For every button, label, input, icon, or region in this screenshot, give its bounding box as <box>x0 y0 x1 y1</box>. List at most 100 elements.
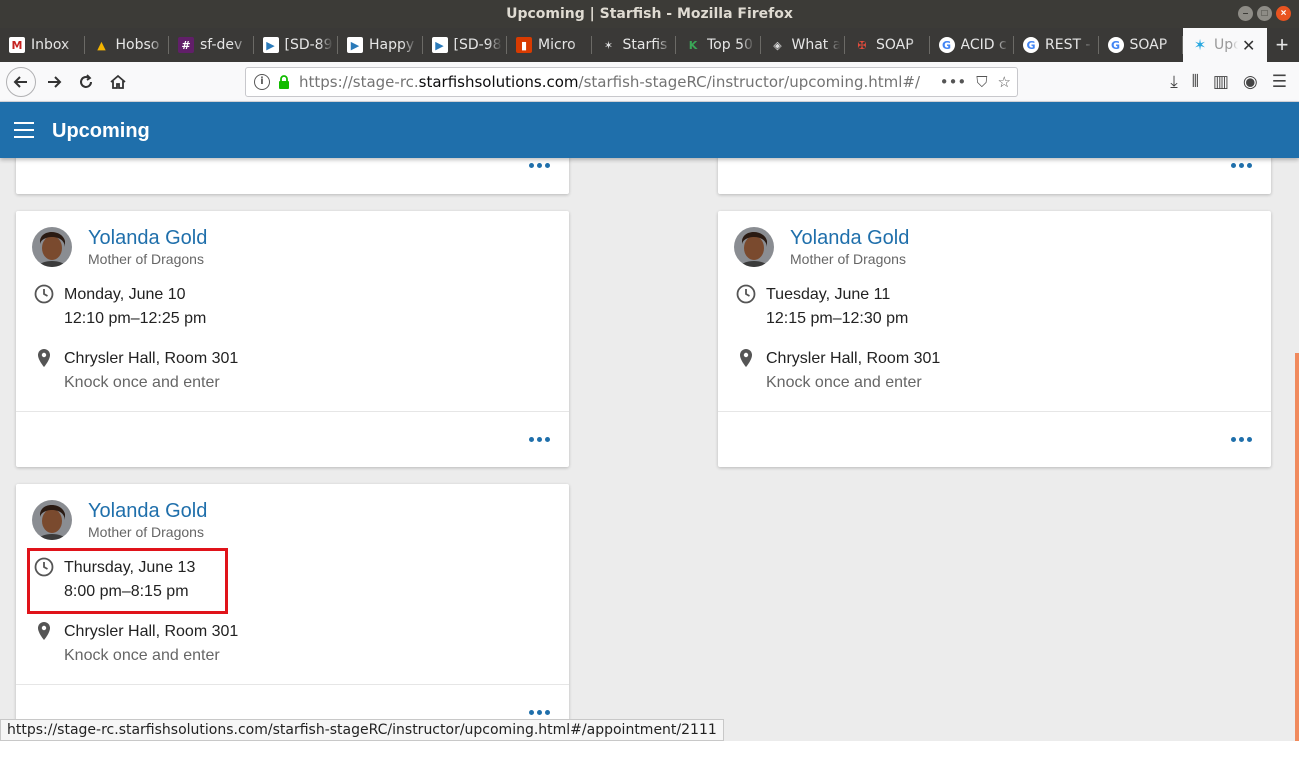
person-name[interactable]: Yolanda Gold <box>790 227 909 250</box>
divider <box>16 411 569 412</box>
appointment-card[interactable]: Yolanda Gold Mother of Dragons Tuesday, … <box>718 211 1271 467</box>
tab-label: SOAP <box>876 37 914 53</box>
reload-button[interactable] <box>72 68 100 96</box>
browser-tab[interactable]: ◈ What a <box>761 28 846 62</box>
appointment-card-partial <box>718 158 1271 194</box>
tab-label: Starfis <box>622 37 668 53</box>
address-bar[interactable]: i https://stage-rc.starfishsolutions.com… <box>245 67 1018 97</box>
hamburger-menu-icon[interactable]: ☰ <box>1272 72 1287 92</box>
account-icon[interactable]: ◉ <box>1243 72 1258 92</box>
url-text[interactable]: https://stage-rc.starfishsolutions.com/s… <box>299 73 920 91</box>
browser-tab[interactable]: ▮ Micro <box>507 28 592 62</box>
browser-tab[interactable]: ▲ Hobso <box>85 28 170 62</box>
maximize-button[interactable]: □ <box>1257 6 1272 21</box>
appointment-date: Thursday, June 13 <box>64 559 196 576</box>
browser-tab[interactable]: G ACID c <box>930 28 1015 62</box>
person-role: Mother of Dragons <box>790 251 906 267</box>
tab-label: ACID c <box>960 37 1007 53</box>
close-tab-icon[interactable]: ✕ <box>1242 36 1255 55</box>
site-info-icon[interactable]: i <box>254 74 270 90</box>
browser-tab[interactable]: G SOAP <box>1099 28 1184 62</box>
appointment-note: Knock once and enter <box>64 647 220 664</box>
appointments-list: Yolanda Gold Mother of Dragons Monday, J… <box>0 158 1299 741</box>
tab-label: Happy <box>369 37 415 53</box>
browser-tab[interactable]: # sf-dev <box>169 28 254 62</box>
k-icon: K <box>688 38 698 52</box>
tab-label: Micro <box>538 37 576 53</box>
tab-label: Inbox <box>31 37 70 53</box>
browser-tab[interactable]: ✠ SOAP <box>845 28 930 62</box>
more-options-icon[interactable] <box>529 710 550 715</box>
pocket-icon[interactable]: ⛉ <box>976 73 987 91</box>
sidebar-icon[interactable]: ▥ <box>1213 72 1229 92</box>
avatar <box>734 227 774 267</box>
lock-icon[interactable] <box>278 75 290 89</box>
drive-icon: ▲ <box>97 38 106 52</box>
jira-icon: ▶ <box>262 37 279 53</box>
highlight-box <box>27 548 228 614</box>
browser-tab[interactable]: ✶ Starfis <box>592 28 677 62</box>
appointment-location: Chrysler Hall, Room 301 <box>64 350 239 367</box>
menu-icon[interactable] <box>14 122 34 138</box>
browser-tab[interactable]: K Top 50 <box>676 28 761 62</box>
browser-tab[interactable]: ▶ [SD-98 <box>423 28 508 62</box>
appointment-location: Chrysler Hall, Room 301 <box>766 350 941 367</box>
minimize-button[interactable]: – <box>1238 6 1253 21</box>
more-options-icon[interactable] <box>529 437 550 442</box>
location-pin-icon <box>38 349 50 367</box>
reload-icon <box>80 74 92 88</box>
browser-tab-active[interactable]: ✶ Upc ✕ <box>1183 28 1267 62</box>
forward-button[interactable] <box>40 68 68 96</box>
cross-icon: ✠ <box>857 38 867 52</box>
appointment-note: Knock once and enter <box>64 374 220 391</box>
clock-icon <box>34 557 54 577</box>
appointment-time: 8:00 pm–8:15 pm <box>64 583 189 600</box>
appointment-card-partial <box>16 158 569 194</box>
back-button[interactable] <box>6 67 36 97</box>
browser-tab[interactable]: ▶ Happy <box>338 28 423 62</box>
scrollbar-thumb[interactable] <box>1295 353 1299 741</box>
bottom-strip <box>0 741 1299 757</box>
clock-icon <box>736 284 756 304</box>
tab-label: What a <box>791 37 840 53</box>
more-options-icon[interactable] <box>1231 437 1252 442</box>
tab-label: Hobso <box>115 37 160 53</box>
google-icon: G <box>938 37 955 53</box>
person-name[interactable]: Yolanda Gold <box>88 227 207 250</box>
appointment-card[interactable]: Yolanda Gold Mother of Dragons Thursday,… <box>16 484 569 741</box>
diamond-icon: ◈ <box>773 38 782 52</box>
browser-tab[interactable]: ▶ [SD-89 <box>254 28 339 62</box>
bookmark-star-icon[interactable]: ☆ <box>998 73 1011 91</box>
downloads-icon[interactable]: ⤓ <box>1170 72 1178 92</box>
jira-icon: ▶ <box>347 37 363 53</box>
back-arrow-icon <box>13 76 27 88</box>
person-name[interactable]: Yolanda Gold <box>88 500 207 523</box>
location-pin-icon <box>38 622 50 640</box>
home-icon <box>110 74 126 89</box>
app-header: Upcoming <box>0 102 1299 158</box>
appointment-card[interactable]: Yolanda Gold Mother of Dragons Monday, J… <box>16 211 569 467</box>
new-tab-button[interactable]: + <box>1267 28 1297 62</box>
window-title: Upcoming | Starfish - Mozilla Firefox <box>506 6 793 22</box>
tab-label: SOAP <box>1129 37 1168 53</box>
person-role: Mother of Dragons <box>88 524 204 540</box>
office-icon: ▮ <box>516 37 532 53</box>
page-actions-icon[interactable]: ••• <box>940 73 967 91</box>
starfish-icon: ✶ <box>603 38 614 52</box>
browser-tab[interactable]: G REST - <box>1014 28 1099 62</box>
more-options-icon[interactable] <box>529 163 550 168</box>
more-options-icon[interactable] <box>1231 163 1252 168</box>
library-icon[interactable]: ⫴ <box>1192 72 1199 92</box>
forward-arrow-icon <box>48 76 62 88</box>
browser-tab[interactable]: M Inbox <box>0 28 85 62</box>
divider <box>16 684 569 685</box>
gmail-icon: M <box>9 37 25 53</box>
tab-label: Top 50 <box>707 37 753 53</box>
home-button[interactable] <box>104 68 132 96</box>
page-title: Upcoming <box>52 120 150 142</box>
close-window-button[interactable]: × <box>1276 6 1291 21</box>
appointment-time: 12:15 pm–12:30 pm <box>766 310 909 327</box>
appointment-location: Chrysler Hall, Room 301 <box>64 623 239 640</box>
slack-icon: # <box>178 37 194 53</box>
avatar <box>32 227 72 267</box>
